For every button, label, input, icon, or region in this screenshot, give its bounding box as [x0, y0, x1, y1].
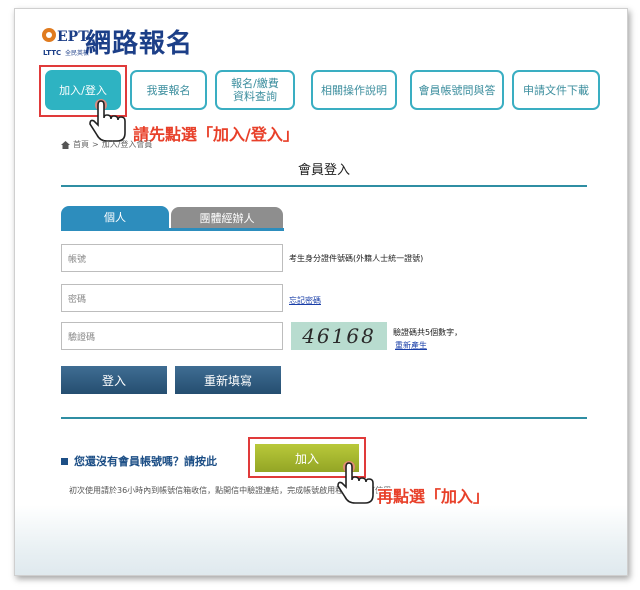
- square-bullet-icon: [61, 457, 68, 465]
- login-button[interactable]: 登入: [61, 366, 167, 394]
- nav-register[interactable]: 我要報名: [130, 70, 207, 110]
- signup-question-text: 您還沒有會員帳號嗎？請按此: [74, 455, 217, 468]
- home-icon: [61, 140, 70, 149]
- divider-top: [61, 185, 587, 187]
- breadcrumb-separator: >: [92, 140, 99, 149]
- account-input[interactable]: 帳號: [61, 244, 283, 272]
- screenshot-frame: EPT LTTC 全民英檢 網路報名 加入/登入 我要報名 報名/繳費 資料查詢…: [14, 8, 628, 576]
- forgot-password-link[interactable]: 忘記密碼: [289, 295, 321, 306]
- nav-instructions[interactable]: 相關操作說明: [311, 70, 397, 110]
- breadcrumb-home[interactable]: 首頁: [73, 139, 89, 150]
- nav-registration-query[interactable]: 報名/繳費 資料查詢: [215, 70, 295, 110]
- divider-bottom: [61, 417, 587, 419]
- tab-underline: [61, 228, 284, 231]
- password-input[interactable]: 密碼: [61, 284, 283, 312]
- breadcrumb-current: 加入/登入會員: [101, 140, 153, 149]
- pointer-hand-icon: [89, 99, 126, 142]
- nav-document-download[interactable]: 申請文件下載: [512, 70, 600, 110]
- decorative-background: [15, 505, 627, 575]
- captcha-hint: 驗證碼共5個數字，: [393, 328, 463, 337]
- tab-individual[interactable]: 個人: [61, 206, 169, 228]
- captcha-refresh-link[interactable]: 重新產生: [395, 340, 427, 351]
- callout-second-step: 再點選「加入」: [377, 487, 490, 506]
- reset-button[interactable]: 重新填寫: [175, 366, 281, 394]
- svg-text:LTTC: LTTC: [43, 49, 61, 57]
- captcha-text: 46168: [302, 324, 376, 348]
- signup-question: 您還沒有會員帳號嗎？請按此: [61, 453, 217, 469]
- nav-member-faq[interactable]: 會員帳號問與答: [410, 70, 504, 110]
- pointer-hand-icon-2: [337, 461, 374, 504]
- breadcrumb: 首頁 > 加入/登入會員: [61, 139, 152, 150]
- captcha-image: 46168: [291, 322, 387, 350]
- callout-first-step: 請先點選「加入/登入」: [133, 125, 299, 144]
- page-heading: 網路報名: [85, 29, 194, 59]
- captcha-input[interactable]: 驗證碼: [61, 322, 283, 350]
- tab-group-agent[interactable]: 團體經辦人: [171, 207, 283, 229]
- section-title: 會員登入: [297, 163, 350, 178]
- account-hint: 考生身分證件號碼(外籍人士統一證號): [289, 254, 424, 263]
